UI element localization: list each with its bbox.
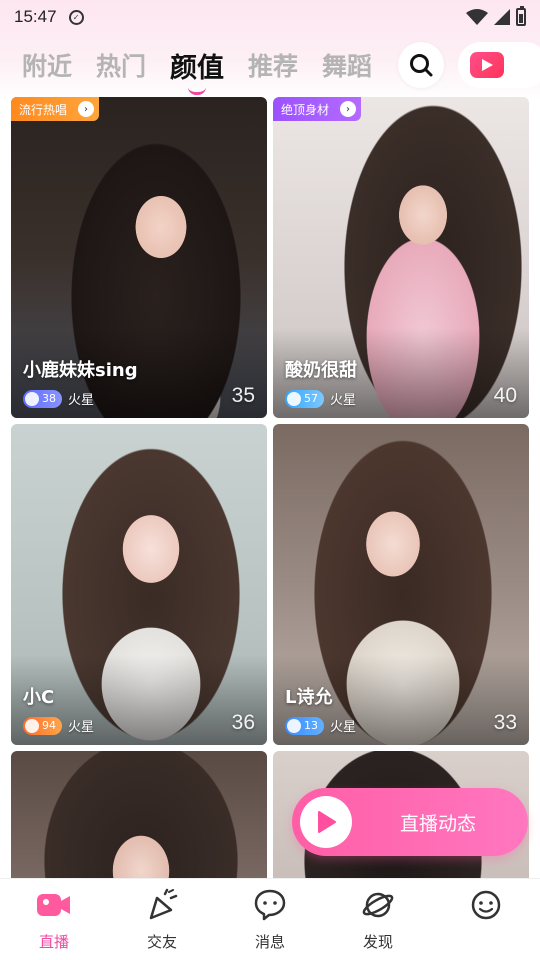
live-camera-icon (34, 885, 74, 925)
planet-icon (358, 885, 398, 925)
tab-beauty-label: 颜值 (170, 52, 225, 84)
shield-icon: ✓ (68, 9, 84, 25)
level-value: 38 (42, 392, 56, 405)
streamer-meta: 13 火星 (285, 716, 356, 735)
tab-recommend[interactable]: 推荐 (248, 47, 298, 83)
level-value: 57 (304, 392, 318, 405)
streamer-name: 酸奶很甜 (285, 360, 357, 381)
status-indicators (466, 6, 526, 26)
category-tag: 流行热唱 › (11, 97, 100, 121)
nav-label: 消息 (254, 933, 285, 951)
nav-label: 发现 (362, 933, 393, 951)
go-live-button[interactable] (458, 42, 540, 88)
nav-item-social[interactable]: 交友 (108, 879, 216, 960)
tab-beauty[interactable]: 颜值 (170, 46, 225, 95)
category-tag-label: 绝顶身材 (281, 102, 330, 117)
location-label: 火星 (330, 720, 357, 735)
nav-item-live[interactable]: 直播 (0, 879, 108, 960)
location-label: 火星 (68, 720, 95, 735)
tab-hot[interactable]: 热门 (96, 47, 146, 83)
chevron-right-icon: › (340, 101, 357, 117)
nav-label: 直播 (38, 933, 69, 951)
viewer-count: 35 (231, 384, 255, 407)
live-room-card[interactable] (11, 751, 267, 891)
smiley-icon (466, 885, 506, 925)
moon-icon (25, 391, 39, 406)
play-icon (300, 796, 352, 848)
live-room-card[interactable]: 流行热唱 › 小鹿妹妹sing 38 火星 35 (11, 97, 267, 418)
location-label: 火星 (330, 393, 357, 408)
viewer-count: 40 (493, 384, 517, 407)
chat-bubble-icon (250, 885, 290, 925)
chevron-right-icon: › (78, 101, 95, 117)
viewer-count: 33 (493, 711, 517, 734)
tab-nearby[interactable]: 附近 (22, 47, 72, 83)
live-room-card[interactable]: 绝顶身材 › 酸奶很甜 57 火星 40 (273, 97, 529, 418)
live-room-card[interactable]: L诗允 13 火星 33 (273, 424, 529, 745)
video-camera-icon (470, 52, 504, 78)
wifi-icon (466, 9, 488, 25)
live-room-grid: 流行热唱 › 小鹿妹妹sing 38 火星 35 绝顶身材 › 酸奶很甜 57 … (11, 97, 531, 891)
signal-icon (494, 9, 510, 25)
streamer-name: 小C (23, 687, 55, 708)
moon-icon (287, 718, 301, 733)
streamer-photo (11, 751, 267, 891)
nav-item-profile[interactable] (432, 879, 540, 960)
search-button[interactable] (398, 42, 444, 88)
location-label: 火星 (68, 393, 95, 408)
live-feed-button[interactable]: 直播动态 (292, 788, 528, 856)
party-popper-icon (142, 885, 182, 925)
live-feed-label: 直播动态 (400, 812, 477, 835)
medal-icon (287, 391, 301, 406)
category-tag: 绝顶身材 › (273, 97, 362, 121)
search-icon (410, 54, 433, 77)
level-value: 13 (304, 719, 318, 732)
nav-label: 交友 (146, 933, 177, 951)
nav-item-messages[interactable]: 消息 (216, 879, 324, 960)
crown-icon (25, 718, 39, 733)
streamer-meta: 57 火星 (285, 389, 356, 408)
streamer-meta: 38 火星 (23, 389, 94, 408)
level-badge: 38 (23, 389, 62, 408)
viewer-count: 36 (231, 711, 255, 734)
bottom-navigation: 直播 交友 消息 发现 (0, 878, 540, 960)
tab-dance[interactable]: 舞蹈 (322, 47, 372, 83)
level-badge: 57 (285, 389, 324, 408)
streamer-name: 小鹿妹妹sing (23, 360, 138, 381)
nav-item-discover[interactable]: 发现 (324, 879, 432, 960)
live-room-card[interactable]: 小C 94 火星 36 (11, 424, 267, 745)
level-value: 94 (42, 719, 56, 732)
level-badge: 13 (285, 716, 324, 735)
status-bar: 15:47 ✓ (0, 0, 540, 34)
category-tag-label: 流行热唱 (19, 102, 68, 117)
level-badge: 94 (23, 716, 62, 735)
streamer-name: L诗允 (285, 687, 333, 708)
battery-icon (516, 6, 526, 26)
status-time: 15:47 (14, 7, 57, 26)
streamer-meta: 94 火星 (23, 716, 94, 735)
